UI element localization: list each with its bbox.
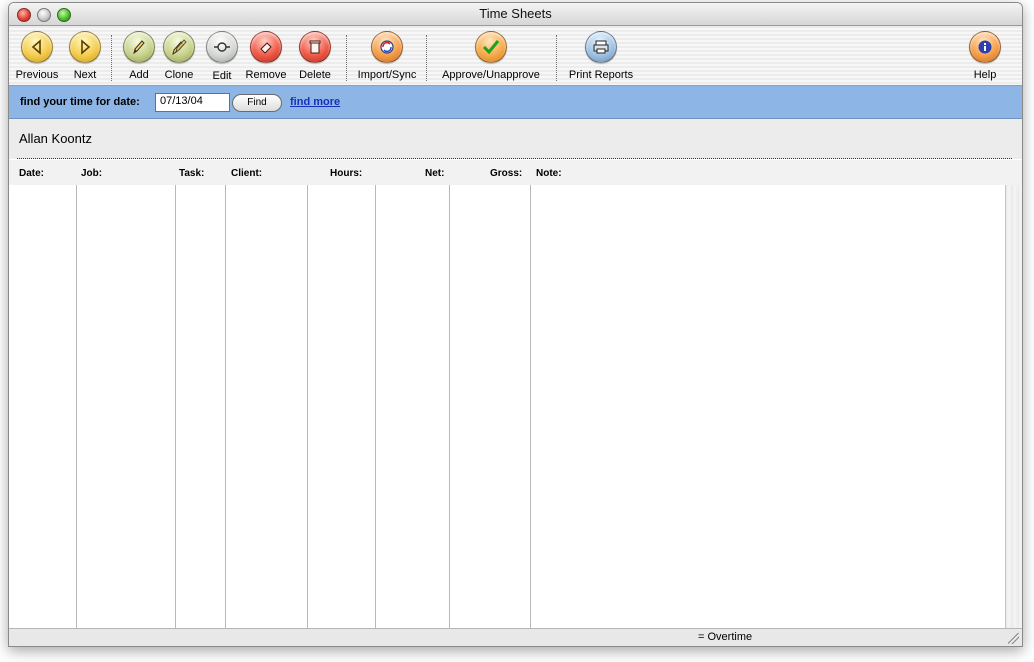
checkmark-icon — [475, 31, 507, 63]
import-sync-button[interactable]: Import/Sync — [352, 31, 422, 81]
dotted-divider — [17, 158, 1012, 159]
help-button[interactable]: Help — [967, 31, 1003, 81]
date-search-bar: find your time for date: 07/13/04 Find f… — [9, 86, 1022, 119]
remove-button[interactable]: Remove — [243, 31, 289, 81]
column-divider — [375, 185, 376, 628]
toolbar-separator — [556, 35, 557, 81]
add-button[interactable]: Add — [122, 31, 156, 81]
column-header-hours[interactable]: Hours: — [330, 168, 362, 179]
previous-button[interactable]: Previous — [13, 31, 61, 81]
employee-name: Allan Koontz — [19, 131, 92, 146]
overtime-legend: = Overtime — [698, 631, 753, 643]
clone-button[interactable]: Clone — [161, 31, 197, 81]
pencil-icon — [123, 31, 155, 63]
column-header-task[interactable]: Task: — [179, 168, 204, 179]
delete-label: Delete — [299, 69, 331, 81]
toolbar-separator — [111, 35, 112, 81]
date-search-label: find your time for date: — [20, 96, 140, 108]
column-header-job[interactable]: Job: — [81, 168, 102, 179]
print-reports-label: Print Reports — [568, 69, 634, 81]
column-header-date[interactable]: Date: — [19, 168, 44, 179]
clone-pencil-icon — [163, 31, 195, 63]
approve-unapprove-button[interactable]: Approve/Unapprove — [435, 31, 547, 81]
import-sync-label: Import/Sync — [357, 69, 417, 81]
printer-icon — [585, 31, 617, 63]
vertical-scrollbar[interactable] — [1005, 185, 1022, 628]
column-divider — [76, 185, 77, 628]
column-header-note[interactable]: Note: — [536, 168, 562, 179]
resize-grip-icon[interactable] — [1008, 633, 1019, 644]
table-header: Date: Job: Task: Client: Hours: Net: Gro… — [9, 160, 1022, 186]
left-arrow-icon — [21, 31, 53, 63]
delete-button[interactable]: Delete — [296, 31, 334, 81]
approve-unapprove-label: Approve/Unapprove — [442, 69, 540, 81]
edit-hand-icon — [206, 31, 238, 63]
edit-label: Edit — [212, 70, 232, 82]
find-button[interactable]: Find — [232, 94, 282, 112]
column-header-net[interactable]: Net: — [425, 168, 444, 179]
find-more-link[interactable]: find more — [290, 96, 340, 108]
toolbar: Previous Next Add Clone Edit Remove Dele… — [9, 26, 1022, 86]
help-label: Help — [973, 69, 997, 81]
sync-icon — [371, 31, 403, 63]
column-divider — [225, 185, 226, 628]
time-entries-table[interactable] — [9, 185, 1005, 628]
column-header-client[interactable]: Client: — [231, 168, 262, 179]
add-label: Add — [129, 69, 149, 81]
status-bar: = Overtime — [9, 628, 1022, 646]
next-label: Next — [73, 69, 97, 81]
column-divider — [449, 185, 450, 628]
toolbar-separator — [346, 35, 347, 81]
column-header-gross[interactable]: Gross: — [490, 168, 522, 179]
date-input[interactable]: 07/13/04 — [155, 93, 230, 112]
window-title: Time Sheets — [479, 6, 552, 21]
trash-icon — [299, 31, 331, 63]
print-reports-button[interactable]: Print Reports — [564, 31, 638, 81]
edit-button[interactable]: Edit — [205, 31, 239, 82]
column-divider — [307, 185, 308, 628]
eraser-icon — [250, 31, 282, 63]
info-icon — [969, 31, 1001, 63]
remove-label: Remove — [245, 69, 287, 81]
column-divider — [175, 185, 176, 628]
previous-label: Previous — [15, 69, 59, 81]
employee-header: Allan Koontz — [9, 119, 1022, 159]
right-arrow-icon — [69, 31, 101, 63]
title-bar[interactable]: Time Sheets — [9, 3, 1022, 26]
clone-label: Clone — [164, 69, 194, 81]
time-sheets-window: Time Sheets Previous Next Add Clone Edit… — [8, 2, 1023, 647]
next-button[interactable]: Next — [67, 31, 103, 81]
column-divider — [530, 185, 531, 628]
toolbar-separator — [426, 35, 427, 81]
